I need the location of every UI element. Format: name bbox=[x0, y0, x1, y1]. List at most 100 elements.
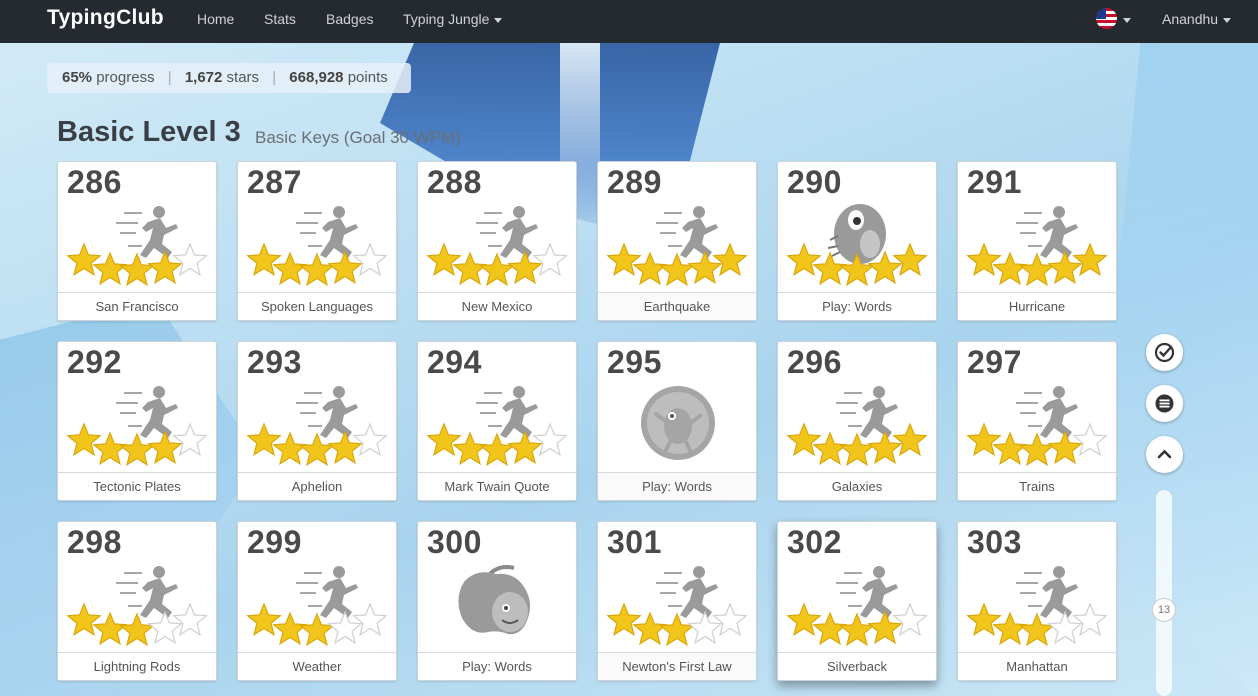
star-filled-icon bbox=[299, 252, 335, 287]
lesson-artwork bbox=[246, 206, 388, 287]
lesson-artwork bbox=[426, 386, 568, 467]
lesson-number: 292 bbox=[67, 344, 122, 380]
nav-badges[interactable]: Badges bbox=[326, 11, 373, 27]
star-filled-icon bbox=[66, 602, 102, 637]
lesson-name: Galaxies bbox=[778, 472, 936, 500]
lesson-number: 301 bbox=[607, 524, 662, 560]
lesson-name: Aphelion bbox=[238, 472, 396, 500]
star-filled-icon bbox=[839, 432, 875, 467]
lesson-artwork bbox=[458, 565, 530, 635]
runner-icon bbox=[296, 386, 358, 438]
lesson-card-297[interactable]: 297 Trains bbox=[957, 341, 1117, 501]
progress-label: progress bbox=[96, 69, 155, 86]
runner-icon bbox=[836, 386, 898, 438]
lesson-card-293[interactable]: 293 Aphelion bbox=[237, 341, 397, 501]
star-filled-icon bbox=[839, 612, 875, 647]
menu-button[interactable] bbox=[1146, 385, 1183, 422]
nav-home[interactable]: Home bbox=[197, 11, 234, 27]
brand-logo[interactable]: TypingClub bbox=[47, 6, 164, 30]
lesson-card-294[interactable]: 294 Mark Twain Quote bbox=[417, 341, 577, 501]
lesson-card-287[interactable]: 287 Spoken Languages bbox=[237, 161, 397, 321]
runner-icon bbox=[656, 206, 718, 258]
star-filled-icon bbox=[1072, 242, 1108, 277]
lesson-artwork bbox=[66, 566, 208, 647]
lesson-card-290[interactable]: 290 Play: Words bbox=[777, 161, 937, 321]
lesson-name: Mark Twain Quote bbox=[418, 472, 576, 500]
star-filled-icon bbox=[66, 422, 102, 457]
lesson-name: Lightning Rods bbox=[58, 652, 216, 680]
lesson-card-302[interactable]: 302 Silverback bbox=[777, 521, 937, 681]
lesson-number: 291 bbox=[967, 164, 1022, 200]
star-empty-icon bbox=[352, 422, 388, 457]
lesson-artwork bbox=[426, 206, 568, 287]
star-filled-icon bbox=[786, 422, 822, 457]
lesson-artwork bbox=[786, 204, 928, 287]
lesson-card-303[interactable]: 303 Manhattan bbox=[957, 521, 1117, 681]
lesson-card-299[interactable]: 299 Weather bbox=[237, 521, 397, 681]
runner-icon bbox=[836, 566, 898, 618]
lesson-name: Manhattan bbox=[958, 652, 1116, 680]
star-filled-icon bbox=[1019, 612, 1055, 647]
creature-icon bbox=[641, 386, 715, 460]
lesson-card-286[interactable]: 286 San Francisco bbox=[57, 161, 217, 321]
lesson-name: Earthquake bbox=[598, 292, 756, 320]
lesson-name: Play: Words bbox=[778, 292, 936, 320]
lesson-card-300[interactable]: 300 Play: Words bbox=[417, 521, 577, 681]
lesson-card-292[interactable]: 292 Tectonic Plates bbox=[57, 341, 217, 501]
lesson-artwork bbox=[786, 566, 928, 647]
runner-icon bbox=[656, 566, 718, 618]
lesson-number: 300 bbox=[427, 524, 482, 560]
lesson-artwork bbox=[246, 566, 388, 647]
level-scrollbar[interactable] bbox=[1156, 490, 1172, 696]
star-empty-icon bbox=[172, 422, 208, 457]
scroll-up-button[interactable] bbox=[1146, 436, 1183, 473]
lesson-card-296[interactable]: 296 Galaxies bbox=[777, 341, 937, 501]
lesson-card-295[interactable]: 295 Play: Words bbox=[597, 341, 757, 501]
star-empty-icon bbox=[892, 602, 928, 637]
lesson-artwork bbox=[606, 566, 748, 647]
runner-icon bbox=[1016, 566, 1078, 618]
star-empty-icon bbox=[532, 422, 568, 457]
lesson-artwork bbox=[966, 206, 1108, 287]
star-filled-icon bbox=[659, 252, 695, 287]
runner-icon bbox=[476, 386, 538, 438]
runner-icon bbox=[116, 566, 178, 618]
progress-summary: 65% progress | 1,672 stars | 668,928 poi… bbox=[47, 63, 411, 93]
nav-typing-jungle-dropdown[interactable]: Typing Jungle bbox=[403, 11, 503, 27]
flag-us-icon[interactable] bbox=[1096, 8, 1117, 29]
star-filled-icon bbox=[966, 422, 1002, 457]
star-filled-icon bbox=[966, 602, 1002, 637]
lesson-number: 289 bbox=[607, 164, 662, 200]
lesson-card-298[interactable]: 298 Lightning Rods bbox=[57, 521, 217, 681]
page-indicator[interactable]: 13 bbox=[1152, 598, 1176, 622]
runner-icon bbox=[1016, 206, 1078, 258]
lesson-name: Trains bbox=[958, 472, 1116, 500]
star-filled-icon bbox=[299, 612, 335, 647]
lesson-card-301[interactable]: 301 Newton's First Law bbox=[597, 521, 757, 681]
star-filled-icon bbox=[119, 432, 155, 467]
star-filled-icon bbox=[246, 602, 282, 637]
user-menu[interactable]: Anandhu bbox=[1162, 11, 1232, 27]
star-filled-icon bbox=[786, 242, 822, 277]
nav-stats[interactable]: Stats bbox=[264, 11, 296, 27]
language-dropdown-caret[interactable] bbox=[1118, 11, 1131, 27]
user-name: Anandhu bbox=[1162, 11, 1219, 27]
star-filled-icon bbox=[1019, 252, 1055, 287]
lesson-artwork bbox=[66, 206, 208, 287]
chevron-up-icon bbox=[1157, 449, 1172, 459]
lesson-artwork bbox=[246, 386, 388, 467]
star-filled-icon bbox=[966, 242, 1002, 277]
star-filled-icon bbox=[606, 602, 642, 637]
lesson-card-288[interactable]: 288 New Mexico bbox=[417, 161, 577, 321]
check-progress-button[interactable] bbox=[1146, 334, 1183, 371]
lesson-card-291[interactable]: 291 Hurricane bbox=[957, 161, 1117, 321]
lesson-card-289[interactable]: 289 Earthquake bbox=[597, 161, 757, 321]
star-filled-icon bbox=[299, 432, 335, 467]
stars-label: stars bbox=[226, 69, 260, 86]
lesson-number: 288 bbox=[427, 164, 482, 200]
star-empty-icon bbox=[172, 242, 208, 277]
star-filled-icon bbox=[479, 432, 515, 467]
lesson-number: 287 bbox=[247, 164, 302, 200]
star-filled-icon bbox=[1019, 432, 1055, 467]
star-empty-icon bbox=[1072, 602, 1108, 637]
